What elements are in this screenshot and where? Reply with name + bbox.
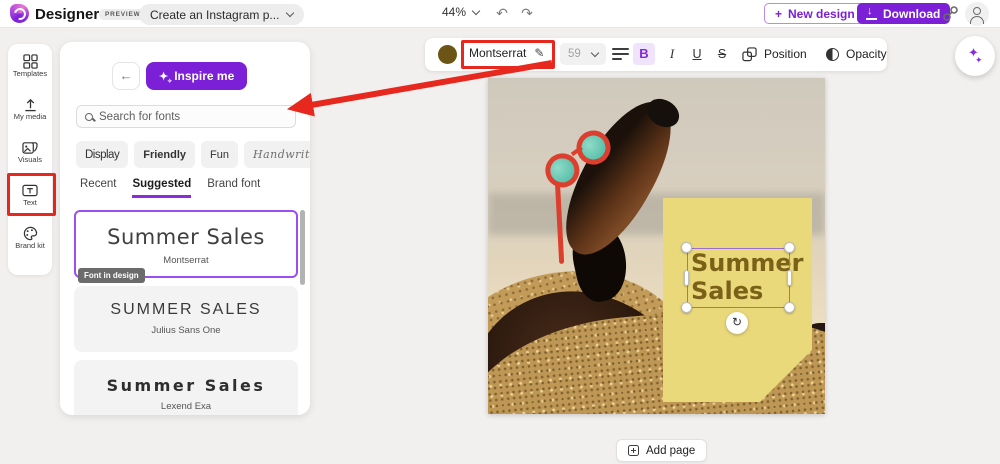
sparkle-icon: ✦ (159, 70, 168, 83)
font-name-label: Julius Sans One (74, 325, 298, 336)
sidebar-item-text[interactable]: Text (8, 183, 52, 223)
sidebar-item-templates[interactable]: Templates (8, 54, 52, 94)
text-color-swatch[interactable] (438, 45, 457, 64)
resize-handle-w[interactable] (684, 270, 689, 286)
visuals-icon (22, 140, 38, 155)
plus-icon: + (775, 7, 782, 21)
font-in-design-badge: Font in design (78, 268, 145, 283)
resize-handle-ne[interactable] (784, 242, 795, 253)
italic-button[interactable]: I (661, 43, 683, 65)
chevron-down-icon (591, 48, 599, 56)
chip-handwritten[interactable]: Handwritten (244, 141, 310, 168)
position-icon (742, 47, 757, 62)
palette-icon (23, 226, 38, 241)
text-icon (22, 183, 38, 198)
font-search-input[interactable] (99, 111, 269, 123)
sidebar-item-visuals[interactable]: Visuals (8, 140, 52, 180)
tab-recent[interactable]: Recent (80, 178, 116, 198)
download-button[interactable]: Download (857, 3, 950, 24)
resize-handle-nw[interactable] (681, 242, 692, 253)
font-sample: Summer Sales (76, 225, 296, 249)
font-card-lexend-exa[interactable]: Summer Sales Lexend Exa (74, 360, 298, 415)
pencil-icon: ✎ (534, 46, 544, 60)
left-sidebar: Templates My media Visuals Text (8, 44, 52, 275)
position-button[interactable]: Position (736, 43, 813, 65)
chip-friendly[interactable]: Friendly (134, 141, 195, 168)
search-icon (85, 113, 93, 121)
font-name-label: Lexend Exa (74, 401, 298, 412)
panel-scrollbar[interactable] (300, 210, 305, 285)
sidebar-item-brand-kit[interactable]: Brand kit (8, 226, 52, 266)
designer-app: Designer PREVIEW Create an Instagram p..… (0, 0, 1000, 464)
font-card-montserrat[interactable]: Summer Sales Montserrat Font in design (74, 210, 298, 278)
font-card-julius-sans-one[interactable]: SUMMER SALES Julius Sans One (74, 286, 298, 352)
font-search-box (76, 105, 296, 128)
account-button[interactable] (965, 2, 989, 26)
font-sample: Summer Sales (74, 376, 298, 395)
back-button[interactable]: ← (112, 62, 140, 90)
resize-handle-e[interactable] (787, 270, 792, 286)
resize-handle-se[interactable] (784, 302, 795, 313)
font-name-button[interactable]: Montserrat ✎ (469, 46, 544, 60)
text-align-button[interactable] (612, 48, 629, 61)
font-sample: SUMMER SALES (74, 301, 298, 319)
download-icon (867, 9, 876, 19)
upload-icon (23, 97, 38, 112)
resize-handle-sw[interactable] (681, 302, 692, 313)
connections-icon (941, 4, 961, 24)
sidebar-item-my-media[interactable]: My media (8, 97, 52, 137)
add-page-icon (628, 445, 639, 456)
document-title-dropdown[interactable]: Create an Instagram p... (139, 4, 304, 25)
chip-display[interactable]: Display (76, 141, 128, 168)
opacity-icon (826, 48, 839, 61)
font-name-label: Montserrat (76, 255, 296, 266)
font-filter-chips: Display Friendly Fun Handwritten Mo (76, 141, 310, 168)
top-bar: Designer PREVIEW Create an Instagram p..… (0, 0, 1000, 28)
connections-button[interactable] (941, 4, 961, 24)
zoom-control[interactable]: 44% (442, 5, 479, 19)
tab-suggested[interactable]: Suggested (132, 178, 191, 198)
templates-icon (23, 54, 38, 69)
design-canvas-page[interactable]: Summer Sales ↻ (488, 78, 825, 414)
person-icon (973, 7, 981, 15)
bold-button[interactable]: B (633, 43, 655, 65)
tab-brand-font[interactable]: Brand font (207, 178, 260, 198)
designer-logo-icon (10, 4, 29, 23)
font-tabs: Recent Suggested Brand font (80, 178, 260, 198)
underline-button[interactable]: U (686, 43, 708, 65)
strikethrough-button[interactable]: S (711, 43, 733, 65)
chevron-down-icon (286, 9, 294, 17)
undo-button[interactable]: ↶ (492, 3, 512, 23)
new-design-button[interactable]: + New design (764, 3, 866, 24)
chevron-down-icon (472, 6, 480, 14)
font-panel: ← ✦ Inspire me Display Friendly Fun Hand… (60, 42, 310, 415)
ai-suggestions-button[interactable]: ✦ ✦ (955, 36, 995, 76)
selection-box (687, 248, 790, 308)
text-toolbar: Montserrat ✎ 59 B I U S Position Opacity (425, 38, 887, 71)
document-title: Create an Instagram p... (150, 8, 279, 22)
zoom-value: 44% (442, 5, 466, 19)
inspire-me-button[interactable]: ✦ Inspire me (146, 62, 247, 90)
app-title: Designer (35, 6, 99, 23)
opacity-button[interactable]: Opacity (820, 43, 893, 65)
chip-fun[interactable]: Fun (201, 141, 238, 168)
rotate-handle[interactable]: ↻ (726, 312, 748, 334)
font-size-select[interactable]: 59 (560, 43, 606, 65)
add-page-button[interactable]: Add page (616, 439, 707, 462)
redo-button[interactable]: ↷ (517, 3, 537, 23)
